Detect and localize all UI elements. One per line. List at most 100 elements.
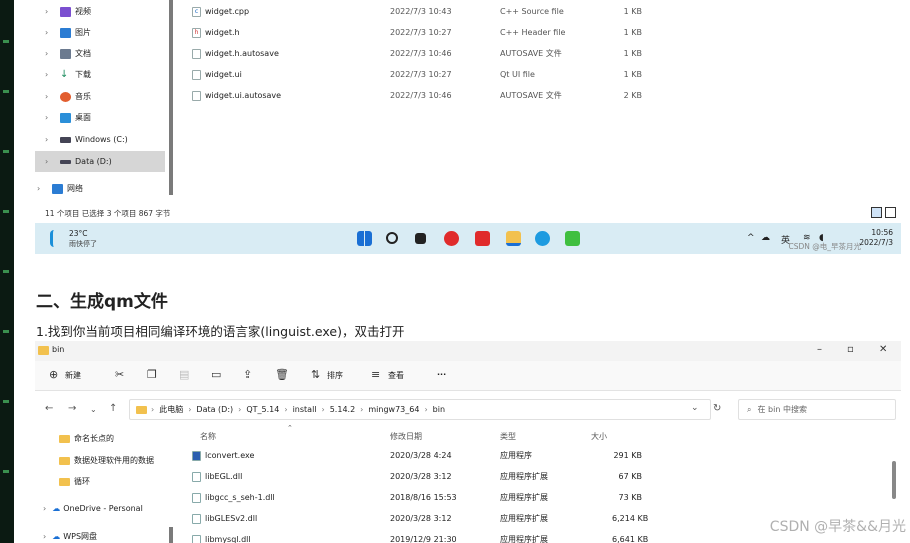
more-button[interactable]: ··· xyxy=(437,370,446,379)
nav-item-network[interactable]: › 网络 xyxy=(35,178,165,199)
file-row[interactable]: libEGL.dll 2020/3/28 3:12 应用程序扩展 67 KB xyxy=(192,466,652,487)
back-arrow-icon[interactable]: ← xyxy=(45,403,53,414)
file-name: widget.h xyxy=(205,28,240,37)
file-row[interactable]: widget.ui.autosave 2022/7/3 10:46 AUTOSAVE… xyxy=(192,85,652,106)
nav-item-wps[interactable]: › ☁ WPS网盘 xyxy=(43,526,97,543)
weather-description[interactable]: 雨快停了 xyxy=(69,239,97,249)
up-arrow-icon[interactable]: ↑ xyxy=(109,403,117,414)
file-row[interactable]: widget.h.autosave 2022/7/3 10:46 AUTOSAVE … xyxy=(192,43,652,64)
chevron-right-icon[interactable]: › xyxy=(45,7,55,16)
delete-icon[interactable]: 🗑 xyxy=(275,368,289,381)
nav-item-documents[interactable]: › 文档 xyxy=(35,43,165,64)
task-view-icon[interactable] xyxy=(415,233,426,244)
nav-item-drive-d[interactable]: › Data (D:) xyxy=(35,151,165,172)
pane-splitter[interactable] xyxy=(169,527,173,543)
chevron-right-icon[interactable]: › xyxy=(45,70,55,79)
chevron-right-icon[interactable]: › xyxy=(45,113,55,122)
column-header-name[interactable]: 名称 xyxy=(200,431,216,442)
nav-item-pictures[interactable]: › 图片 xyxy=(35,22,165,43)
nav-item-folder[interactable]: 命名长点的 xyxy=(59,428,114,449)
header-file-icon: h xyxy=(192,27,201,38)
chevron-right-icon[interactable]: › xyxy=(45,49,55,58)
file-row[interactable]: libGLESv2.dll 2020/3/28 3:12 应用程序扩展 6,214 K… xyxy=(192,508,652,529)
app-red-icon[interactable] xyxy=(475,231,490,246)
chevron-right-icon[interactable]: › xyxy=(45,92,55,101)
search-icon: ⌕ xyxy=(747,404,752,414)
recent-chevron-icon[interactable]: ⌄ xyxy=(90,405,97,414)
windows-start-icon[interactable] xyxy=(357,231,372,246)
view-icon[interactable]: ≡ xyxy=(371,368,380,381)
exe-file-icon xyxy=(192,450,201,461)
rename-icon[interactable]: ▭ xyxy=(211,368,221,381)
paste-icon[interactable]: ▤ xyxy=(179,368,189,381)
tiles-view-icon[interactable] xyxy=(885,207,896,218)
breadcrumb-item[interactable]: install xyxy=(293,405,317,414)
taskbar-clock[interactable]: 10:56 2022/7/3 xyxy=(859,228,893,248)
view-button[interactable]: 查看 xyxy=(388,370,404,381)
history-chevron-icon[interactable]: ⌄ xyxy=(691,403,699,413)
new-button[interactable]: 新建 xyxy=(65,370,81,381)
nav-item-videos[interactable]: › 视频 xyxy=(35,1,165,22)
nav-item-desktop[interactable]: › 桌面 xyxy=(35,107,165,128)
pane-splitter[interactable] xyxy=(169,0,173,195)
copy-icon[interactable]: ❐ xyxy=(147,368,157,381)
new-plus-icon[interactable]: ⊕ xyxy=(49,368,58,381)
sort-icon[interactable]: ⇅ xyxy=(311,368,320,381)
refresh-icon[interactable]: ↻ xyxy=(713,403,721,414)
breadcrumb-item[interactable]: Data (D:) xyxy=(196,405,233,414)
column-header-date[interactable]: 修改日期 xyxy=(390,431,422,442)
nav-item-music[interactable]: › 音乐 xyxy=(35,86,165,107)
weather-temperature[interactable]: 23°C xyxy=(69,229,88,238)
breadcrumb-item[interactable]: 5.14.2 xyxy=(330,405,355,414)
cut-icon[interactable]: ✂ xyxy=(115,368,124,381)
file-row[interactable]: h widget.h 2022/7/3 10:27 C++ Header file 1 … xyxy=(192,22,652,43)
file-row[interactable]: c widget.cpp 2022/7/3 10:43 C++ Source file… xyxy=(192,1,652,22)
column-header-size[interactable]: 大小 xyxy=(591,431,607,442)
weather-icon[interactable] xyxy=(50,230,58,247)
column-header-type[interactable]: 类型 xyxy=(500,431,516,442)
chevron-up-icon[interactable]: ^ xyxy=(747,233,755,243)
file-row[interactable]: widget.ui 2022/7/3 10:27 Qt UI file 1 KB xyxy=(192,64,652,85)
file-row[interactable]: libgcc_s_seh-1.dll 2018/8/16 15:53 应用程序扩展 7… xyxy=(192,487,652,508)
network-icon xyxy=(52,183,63,194)
qt-creator-icon[interactable] xyxy=(565,231,580,246)
breadcrumb-item[interactable]: QT_5.14 xyxy=(246,405,279,414)
chevron-right-icon[interactable]: › xyxy=(37,184,47,193)
file-size: 1 KB xyxy=(623,7,642,16)
vertical-scrollbar[interactable] xyxy=(892,461,896,499)
nav-item-folder[interactable]: 数据处理软件用的数据 xyxy=(59,450,154,471)
sort-button[interactable]: 排序 xyxy=(327,370,343,381)
nav-item-onedrive[interactable]: › ☁ OneDrive - Personal xyxy=(43,498,143,519)
nav-item-downloads[interactable]: › ↓ 下载 xyxy=(35,64,165,85)
minimize-icon[interactable]: – xyxy=(817,344,822,355)
folder-icon xyxy=(136,405,147,414)
forward-arrow-icon[interactable]: → xyxy=(68,403,76,414)
search-input[interactable]: ⌕ 在 bin 中搜索 xyxy=(738,399,896,420)
close-icon[interactable]: ✕ xyxy=(879,344,887,355)
nav-item-folder[interactable]: 循环 xyxy=(59,471,90,492)
nav-item-drive-c[interactable]: › Windows (C:) xyxy=(35,129,165,150)
share-icon[interactable]: ⇪ xyxy=(243,368,252,381)
chevron-right-icon[interactable]: › xyxy=(45,28,55,37)
cloud-icon[interactable]: ☁ xyxy=(761,233,770,243)
breadcrumb[interactable]: › 此电脑 › Data (D:) › QT_5.14 › install › 5.14… xyxy=(129,399,711,420)
breadcrumb-item[interactable]: mingw73_64 xyxy=(368,405,419,414)
netease-music-icon[interactable] xyxy=(444,231,459,246)
file-explorer-icon[interactable] xyxy=(506,231,521,246)
search-icon[interactable] xyxy=(386,232,398,244)
window-titlebar[interactable]: bin – ▫ ✕ xyxy=(35,341,901,361)
drive-icon xyxy=(60,159,71,164)
chevron-right-icon[interactable]: › xyxy=(45,157,55,166)
file-row[interactable]: libmysql.dll 2019/12/9 21:30 应用程序扩展 6,641 K… xyxy=(192,529,652,543)
file-row[interactable]: lconvert.exe 2020/3/28 4:24 应用程序 291 KB xyxy=(192,445,652,466)
chevron-right-icon[interactable]: › xyxy=(43,532,46,541)
maximize-icon[interactable]: ▫ xyxy=(847,344,854,355)
file-size: 1 KB xyxy=(623,28,642,37)
cpp-file-icon: c xyxy=(192,6,201,17)
details-view-icon[interactable] xyxy=(871,207,882,218)
chevron-right-icon[interactable]: › xyxy=(45,135,55,144)
breadcrumb-item[interactable]: 此电脑 xyxy=(159,404,183,415)
chevron-right-icon[interactable]: › xyxy=(43,504,46,513)
breadcrumb-item[interactable]: bin xyxy=(433,405,445,414)
edge-icon[interactable] xyxy=(535,231,550,246)
